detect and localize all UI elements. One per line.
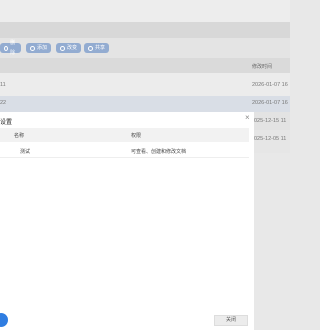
close-button[interactable]: 关闭 xyxy=(214,315,248,326)
edit-icon xyxy=(60,45,65,51)
table-row[interactable]: 11 2026-01-07 16 xyxy=(0,73,290,96)
header-band xyxy=(0,22,290,38)
dialog-title: 设置 xyxy=(0,120,13,126)
share-icon xyxy=(88,45,93,51)
dialog-table-header: 名称 权限 xyxy=(0,128,249,142)
edit-button[interactable]: 改变 xyxy=(56,43,81,53)
dialog-table-row[interactable]: 测试 可查看、创建和修改文档 xyxy=(0,142,249,158)
delete-button[interactable]: 删除 xyxy=(0,40,21,56)
row-permission: 可查看、创建和修改文档 xyxy=(131,149,187,155)
column-name: 名称 xyxy=(14,133,25,139)
close-icon[interactable]: × xyxy=(245,114,250,122)
column-permission: 权限 xyxy=(131,133,142,139)
add-button[interactable]: 添加 xyxy=(26,43,51,53)
delete-icon xyxy=(4,45,9,51)
table-header: 修改时间 xyxy=(0,58,290,73)
add-icon xyxy=(30,45,35,51)
top-bar xyxy=(0,0,290,22)
row-name: 测试 xyxy=(20,149,31,155)
header-modified: 修改时间 xyxy=(252,64,273,70)
share-button[interactable]: 共享 xyxy=(84,43,109,53)
